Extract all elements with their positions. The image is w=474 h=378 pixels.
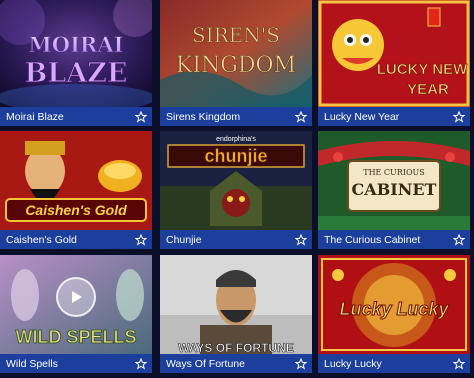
game-logo-line2: BLAZE bbox=[24, 58, 127, 89]
game-title: Wild Spells bbox=[6, 357, 58, 370]
game-logo-line1: SIREN'S bbox=[192, 23, 280, 47]
game-tile-lucky-lucky[interactable]: Lucky Lucky Lucky Lucky bbox=[318, 255, 470, 378]
favorite-star-icon[interactable] bbox=[452, 233, 466, 247]
play-icon[interactable] bbox=[56, 277, 96, 317]
favorite-star-icon[interactable] bbox=[134, 357, 148, 371]
game-label-bar: Lucky New Year bbox=[318, 107, 470, 126]
game-title: Moirai Blaze bbox=[6, 110, 64, 123]
game-thumbnail[interactable]: SIREN'S KINGDOM bbox=[160, 0, 312, 107]
game-logo: chunjie bbox=[204, 146, 267, 166]
game-label-bar: Caishen's Gold bbox=[0, 230, 152, 249]
favorite-star-icon[interactable] bbox=[134, 110, 148, 124]
game-thumbnail[interactable]: Caishen's Gold bbox=[0, 131, 152, 230]
game-tile-sirens-kingdom[interactable]: SIREN'S KINGDOM Sirens Kingdom bbox=[160, 0, 312, 126]
game-label-bar: Chunjie bbox=[160, 230, 312, 249]
game-logo: Caishen's Gold bbox=[25, 202, 127, 218]
favorite-star-icon[interactable] bbox=[452, 110, 466, 124]
game-label-bar: The Curious Cabinet bbox=[318, 230, 470, 249]
favorite-star-icon[interactable] bbox=[452, 357, 466, 371]
game-label-bar: Wild Spells bbox=[0, 354, 152, 373]
game-thumbnail[interactable]: WILD SPELLS bbox=[0, 255, 152, 354]
game-tile-chunjie[interactable]: endorphina's chunjie Chunjie bbox=[160, 131, 312, 249]
game-title: Lucky Lucky bbox=[324, 357, 382, 370]
game-tile-wild-spells[interactable]: WILD SPELLS Wild Spells bbox=[0, 255, 152, 378]
game-tile-curious-cabinet[interactable]: THE CURIOUS CABINET The Curious Cabinet bbox=[318, 131, 470, 249]
game-thumbnail[interactable]: MOIRAI BLAZE bbox=[0, 0, 152, 107]
favorite-star-icon[interactable] bbox=[294, 110, 308, 124]
game-title: Caishen's Gold bbox=[6, 233, 77, 246]
game-brand: endorphina's bbox=[216, 136, 256, 143]
favorite-star-icon[interactable] bbox=[294, 233, 308, 247]
game-logo-line1: MOIRAI bbox=[29, 32, 124, 57]
game-thumbnail[interactable]: THE CURIOUS CABINET bbox=[318, 131, 470, 230]
game-label-bar: Ways Of Fortune bbox=[160, 354, 312, 373]
game-title: The Curious Cabinet bbox=[324, 233, 421, 246]
game-thumbnail[interactable]: LUCKY NEW YEAR bbox=[318, 0, 470, 107]
game-logo: WILD SPELLS bbox=[16, 327, 137, 347]
favorite-star-icon[interactable] bbox=[294, 357, 308, 371]
game-logo-small: THE CURIOUS bbox=[363, 168, 425, 177]
game-logo-line1: LUCKY NEW bbox=[377, 61, 468, 78]
game-thumbnail[interactable]: endorphina's chunjie bbox=[160, 131, 312, 230]
game-label-bar: Moirai Blaze bbox=[0, 107, 152, 126]
game-title: Chunjie bbox=[166, 233, 202, 246]
game-title: Ways Of Fortune bbox=[166, 357, 245, 370]
game-title: Sirens Kingdom bbox=[166, 110, 241, 123]
game-logo: WAYS OF FORTUNE bbox=[178, 341, 294, 354]
favorite-star-icon[interactable] bbox=[134, 233, 148, 247]
game-grid: MOIRAI BLAZE Moirai Blaze SIREN'S KINGDO… bbox=[0, 0, 474, 378]
game-logo: Lucky Lucky bbox=[339, 299, 449, 319]
game-logo-line2: KINGDOM bbox=[176, 53, 296, 78]
game-thumbnail[interactable]: WAYS OF FORTUNE bbox=[160, 255, 312, 354]
game-tile-lucky-new-year[interactable]: LUCKY NEW YEAR Lucky New Year bbox=[318, 0, 470, 126]
game-logo-line2: YEAR bbox=[407, 81, 449, 98]
game-label-bar: Lucky Lucky bbox=[318, 354, 470, 373]
game-logo: CABINET bbox=[352, 180, 437, 199]
game-tile-moirai-blaze[interactable]: MOIRAI BLAZE Moirai Blaze bbox=[0, 0, 152, 126]
game-label-bar: Sirens Kingdom bbox=[160, 107, 312, 126]
game-title: Lucky New Year bbox=[324, 110, 400, 123]
game-tile-caishens-gold[interactable]: Caishen's Gold Caishen's Gold bbox=[0, 131, 152, 249]
game-thumbnail[interactable]: Lucky Lucky bbox=[318, 255, 470, 354]
game-tile-ways-of-fortune[interactable]: WAYS OF FORTUNE Ways Of Fortune bbox=[160, 255, 312, 378]
